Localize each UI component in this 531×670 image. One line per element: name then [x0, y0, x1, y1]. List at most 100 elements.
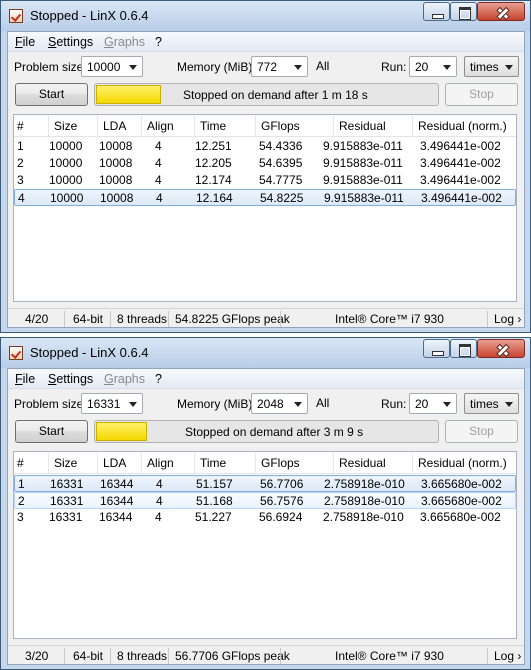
progress-status-text: Stopped on demand after 3 m 9 s: [185, 425, 364, 439]
menu-settings[interactable]: Settings: [48, 35, 93, 49]
close-button[interactable]: [477, 339, 525, 358]
log-toggle[interactable]: Log ›: [494, 649, 521, 663]
client-area: File Settings Graphs ? Problem size: 163…: [7, 368, 525, 665]
column-header[interactable]: Residual: [333, 453, 386, 473]
cell-residual-norm: 3.496441e-002: [420, 139, 501, 153]
close-button[interactable]: [477, 2, 525, 21]
column-header[interactable]: Align: [141, 453, 174, 473]
linx-window-bottom: Stopped - LinX 0.6.4 File Settings Graph…: [0, 337, 531, 670]
run-unit-dropdown[interactable]: times: [464, 393, 519, 414]
menu-help[interactable]: ?: [155, 35, 162, 49]
menu-graphs[interactable]: Graphs: [104, 372, 145, 386]
chevron-down-icon: [505, 402, 513, 407]
window-title: Stopped - LinX 0.6.4: [30, 345, 149, 360]
cell-lda: 10008: [99, 173, 133, 187]
cell-lda: 10008: [99, 139, 133, 153]
linx-app-icon: [9, 346, 23, 360]
all-memory-link[interactable]: All: [316, 59, 329, 73]
client-area: File Settings Graphs ? Problem size: 100…: [7, 31, 525, 328]
status-peak: 54.8225 GFlops peak: [175, 312, 290, 326]
cell-residual-norm: 3.496441e-002: [421, 191, 502, 205]
cell-residual: 2.758918e-010: [323, 510, 404, 524]
menu-file[interactable]: File: [15, 35, 35, 49]
start-button[interactable]: Start: [15, 83, 88, 106]
title-bar[interactable]: Stopped - LinX 0.6.4: [1, 338, 530, 368]
run-count-combo[interactable]: 20: [409, 56, 457, 77]
status-bar: 3/20 64-bit 8 threads 56.7706 GFlops pea…: [8, 645, 524, 665]
cell-size: 16331: [50, 477, 84, 491]
menu-file[interactable]: File: [15, 372, 35, 386]
status-divider: [64, 648, 65, 664]
maximize-button[interactable]: [450, 339, 477, 358]
run-unit-dropdown[interactable]: times: [464, 56, 519, 77]
status-runs: 4/20: [25, 312, 49, 326]
memory-combo[interactable]: 772: [251, 56, 308, 77]
cell-lda: 10008: [99, 156, 133, 170]
status-divider: [280, 648, 281, 664]
column-header[interactable]: Align: [141, 116, 174, 136]
run-unit-value: times: [470, 397, 499, 411]
log-toggle[interactable]: Log ›: [494, 312, 521, 326]
cell-residual: 9.915883e-011: [323, 139, 403, 153]
results-table: # Size LDA Align Time GFlops Residual Re…: [13, 114, 517, 302]
column-header[interactable]: LDA: [96, 116, 126, 136]
cell-residual: 2.758918e-010: [324, 494, 405, 508]
menu-graphs[interactable]: Graphs: [104, 35, 145, 49]
column-header[interactable]: Size: [47, 116, 77, 136]
menu-settings[interactable]: Settings: [48, 372, 93, 386]
table-row-hover[interactable]: 2 16331 16344 4 51.168 56.7576 2.758918e…: [14, 492, 516, 509]
problem-size-value: 10000: [87, 60, 121, 74]
run-count-combo[interactable]: 20: [409, 393, 457, 414]
stop-button[interactable]: Stop: [445, 420, 518, 443]
cell-index: 4: [18, 191, 25, 205]
stop-button[interactable]: Stop: [445, 83, 518, 106]
table-header: # Size LDA Align Time GFlops Residual Re…: [14, 452, 516, 474]
cell-time: 51.168: [196, 494, 233, 508]
cell-residual-norm: 3.665680e-002: [420, 510, 501, 524]
memory-value: 772: [257, 60, 278, 74]
title-bar[interactable]: Stopped - LinX 0.6.4: [1, 1, 530, 31]
table-row[interactable]: 3 10000 10008 4 12.174 54.7775 9.915883e…: [14, 172, 516, 189]
problem-size-combo[interactable]: 10000: [81, 56, 143, 77]
table-row[interactable]: 1 10000 10008 4 12.251 54.4336 9.915883e…: [14, 138, 516, 155]
column-header[interactable]: Size: [47, 453, 77, 473]
cell-residual-norm: 3.496441e-002: [420, 156, 501, 170]
column-header[interactable]: Residual (norm.): [412, 453, 507, 473]
column-header[interactable]: LDA: [96, 453, 126, 473]
start-button[interactable]: Start: [15, 420, 88, 443]
status-threads: 8 threads: [117, 649, 168, 663]
column-header[interactable]: #: [17, 456, 24, 470]
all-memory-link[interactable]: All: [316, 396, 329, 410]
table-row-selected[interactable]: 4 10000 10008 4 12.164 54.8225 9.915883e…: [14, 189, 516, 206]
progress-bar: Stopped on demand after 1 m 18 s: [94, 83, 439, 106]
column-header[interactable]: Time: [193, 116, 226, 136]
progress-status-text: Stopped on demand after 1 m 18 s: [183, 88, 368, 102]
cell-size: 16331: [50, 494, 84, 508]
table-row[interactable]: 2 10000 10008 4 12.205 54.6395 9.915883e…: [14, 155, 516, 172]
cell-lda: 16344: [99, 510, 133, 524]
status-divider: [168, 648, 169, 664]
minimize-button[interactable]: [423, 339, 450, 358]
status-divider: [487, 311, 488, 327]
column-header[interactable]: Residual (norm.): [412, 116, 507, 136]
table-row-selected[interactable]: 1 16331 16344 4 51.157 56.7706 2.758918e…: [14, 475, 516, 492]
memory-combo[interactable]: 2048: [251, 393, 308, 414]
cell-gflops: 56.7576: [260, 494, 304, 508]
status-runs: 3/20: [25, 649, 49, 663]
column-header[interactable]: GFlops: [255, 453, 300, 473]
problem-size-combo[interactable]: 16331: [81, 393, 143, 414]
column-header[interactable]: Time: [193, 453, 226, 473]
maximize-button[interactable]: [450, 2, 477, 21]
status-bits: 64-bit: [73, 649, 104, 663]
cell-index: 1: [17, 139, 24, 153]
table-row[interactable]: 3 16331 16344 4 51.227 56.6924 2.758918e…: [14, 509, 516, 526]
status-divider: [64, 311, 65, 327]
minimize-button[interactable]: [423, 2, 450, 21]
menu-help[interactable]: ?: [155, 372, 162, 386]
cell-align: 4: [155, 156, 162, 170]
chevron-down-icon: [129, 402, 137, 407]
column-header[interactable]: Residual: [333, 116, 386, 136]
cell-residual: 9.915883e-011: [323, 173, 403, 187]
column-header[interactable]: GFlops: [255, 116, 300, 136]
column-header[interactable]: #: [17, 119, 24, 133]
